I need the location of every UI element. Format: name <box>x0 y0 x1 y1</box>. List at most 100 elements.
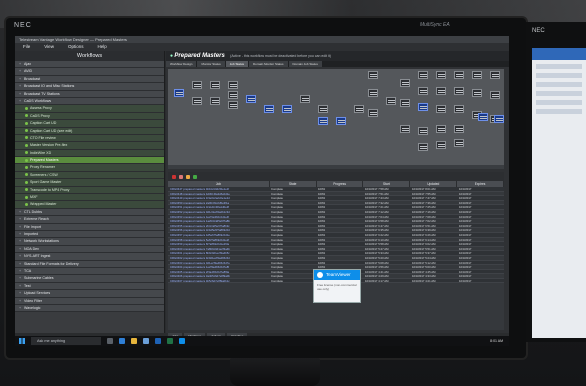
sidebar-group[interactable]: + Standard File Formats for Delivery <box>15 260 164 268</box>
workflow-canvas[interactable] <box>168 69 504 165</box>
sidebar-group[interactable]: + Extreme Reach <box>15 216 164 224</box>
workflow-action-node[interactable] <box>454 87 464 95</box>
sidebar-item-workflow[interactable]: IndieWire XD <box>15 149 164 158</box>
workflow-action-node[interactable] <box>192 97 202 105</box>
sidebar-item-workflow[interactable]: Screeners / CSW <box>15 171 164 180</box>
sidebar-item-workflow[interactable]: Prepared Masters <box>15 157 164 165</box>
tab-monitor-status[interactable]: Monitor Status <box>197 61 225 67</box>
tab-workflow-design[interactable]: Workflow Design <box>166 61 197 67</box>
sidebar-group[interactable]: + Upload Services <box>15 290 164 298</box>
sidebar-group[interactable]: + NOA Dev <box>15 245 164 254</box>
workflow-action-node[interactable] <box>454 139 464 147</box>
sidebar-item-workflow[interactable]: Caption Cart UD <box>15 120 164 128</box>
workflow-action-node[interactable] <box>228 91 238 99</box>
sidebar-group[interactable]: + CaDS Workflows <box>15 97 164 106</box>
workflow-action-node[interactable] <box>418 103 428 111</box>
sidebar-item-workflow[interactable]: Transcode to MP4 Proxy <box>15 186 164 195</box>
sidebar-group[interactable]: + Ajax <box>15 61 164 69</box>
windows-start-icon[interactable] <box>19 338 25 344</box>
workflow-action-node[interactable] <box>246 95 256 103</box>
workflow-action-node[interactable] <box>490 91 500 99</box>
workflow-action-node[interactable] <box>472 71 482 79</box>
workflow-action-node[interactable] <box>368 109 378 117</box>
workflow-action-node[interactable] <box>400 79 410 87</box>
workflow-action-node[interactable] <box>418 71 428 79</box>
menu-item-view[interactable]: View <box>44 43 54 51</box>
sidebar-group[interactable]: + TCA <box>15 267 164 276</box>
workflow-action-node[interactable] <box>454 71 464 79</box>
sidebar-group[interactable]: + Imported <box>15 230 164 239</box>
cortana-search[interactable]: Ask me anything <box>31 337 101 345</box>
workflow-action-node[interactable] <box>300 95 310 103</box>
workflow-action-node[interactable] <box>282 105 292 113</box>
sidebar-item-workflow[interactable]: MXF <box>15 194 164 202</box>
workflow-action-node[interactable] <box>454 105 464 113</box>
sidebar-item-workflow[interactable]: Proxy Renamer <box>15 164 164 172</box>
sidebar-group[interactable]: + Test <box>15 282 164 291</box>
sidebar-group[interactable]: + File Import <box>15 223 164 231</box>
sidebar-group[interactable]: + Wavelogic <box>15 304 164 313</box>
sidebar-item-workflow[interactable]: CaDS Proxy <box>15 112 164 121</box>
workflow-action-node[interactable] <box>192 81 202 89</box>
folder-icon[interactable] <box>131 338 137 344</box>
workflow-action-node[interactable] <box>478 113 488 121</box>
workflow-action-node[interactable] <box>174 89 184 97</box>
workflow-action-node[interactable] <box>418 143 428 151</box>
sidebar-group[interactable]: + Network Workstations <box>15 238 164 246</box>
workflow-action-node[interactable] <box>210 97 220 105</box>
edge-icon[interactable] <box>119 338 125 344</box>
outlook-icon[interactable] <box>155 338 161 344</box>
menu-item-help[interactable]: Help <box>97 43 106 51</box>
stop-icon[interactable] <box>172 174 176 179</box>
canvas-scrollbar[interactable] <box>168 165 504 169</box>
app-icon[interactable] <box>143 338 149 344</box>
workflow-action-node[interactable] <box>436 141 446 149</box>
workflow-action-node[interactable] <box>228 101 238 109</box>
workflow-action-node[interactable] <box>494 115 504 123</box>
sidebar-group[interactable]: + Broadcast IO and Misc Stations <box>15 83 164 91</box>
teamviewer-popup[interactable]: TeamViewer Free license (non-commercial … <box>313 269 361 303</box>
sidebar-item-workflow[interactable]: Caption Cart UD (see edit) <box>15 127 164 135</box>
tab-domain-monitor-status[interactable]: Domain Monitor Status <box>248 61 288 67</box>
workflow-action-node[interactable] <box>264 105 274 113</box>
workflow-action-node[interactable] <box>400 99 410 107</box>
workflow-action-node[interactable] <box>436 125 446 133</box>
menu-item-options[interactable]: Options <box>68 43 84 51</box>
workflow-action-node[interactable] <box>318 105 328 113</box>
pause-icon[interactable] <box>186 174 190 179</box>
sidebar-item-workflow[interactable]: Sport Game Master <box>15 179 164 187</box>
workflow-action-node[interactable] <box>336 117 346 125</box>
sidebar-group[interactable]: + Broadcast <box>15 75 164 84</box>
sidebar-group[interactable]: + AVID <box>15 68 164 76</box>
workflow-action-node[interactable] <box>436 87 446 95</box>
resume-icon[interactable] <box>193 174 197 179</box>
tab-domain-job-status[interactable]: Domain Job Status <box>288 61 322 67</box>
workflow-action-node[interactable] <box>228 81 238 89</box>
sidebar-item-workflow[interactable]: Assess Proxy <box>15 105 164 113</box>
workflow-action-node[interactable] <box>436 71 446 79</box>
workflow-action-node[interactable] <box>368 71 378 79</box>
workflow-action-node[interactable] <box>354 105 364 113</box>
workflow-action-node[interactable] <box>454 125 464 133</box>
workflow-action-node[interactable] <box>210 81 220 89</box>
task-view-icon[interactable] <box>107 338 113 344</box>
sidebar-item-workflow[interactable]: Wrapped Master <box>15 201 164 209</box>
teamviewer-taskbar-icon[interactable] <box>179 338 185 344</box>
tab-job-status[interactable]: Job Status <box>225 61 248 67</box>
delete-icon[interactable] <box>179 174 183 179</box>
menu-item-file[interactable]: File <box>23 43 30 51</box>
workflow-action-node[interactable] <box>368 89 378 97</box>
workflow-action-node[interactable] <box>318 117 328 125</box>
workflow-action-node[interactable] <box>418 87 428 95</box>
sidebar-group[interactable]: + Submarine Cables <box>15 275 164 283</box>
excel-icon[interactable] <box>167 338 173 344</box>
sidebar-item-workflow[interactable]: Master Version Pre-flex <box>15 142 164 150</box>
workflow-action-node[interactable] <box>472 89 482 97</box>
workflow-action-node[interactable] <box>386 97 396 105</box>
workflow-action-node[interactable] <box>490 71 500 79</box>
sidebar-group[interactable]: + Video Filter <box>15 297 164 305</box>
sidebar-group[interactable]: + NYS-ART Ingest <box>15 253 164 261</box>
sidebar-group[interactable]: + CTL Dubbs <box>15 208 164 217</box>
sidebar-item-workflow[interactable]: CTO File review <box>15 134 164 143</box>
workflow-action-node[interactable] <box>418 127 428 135</box>
